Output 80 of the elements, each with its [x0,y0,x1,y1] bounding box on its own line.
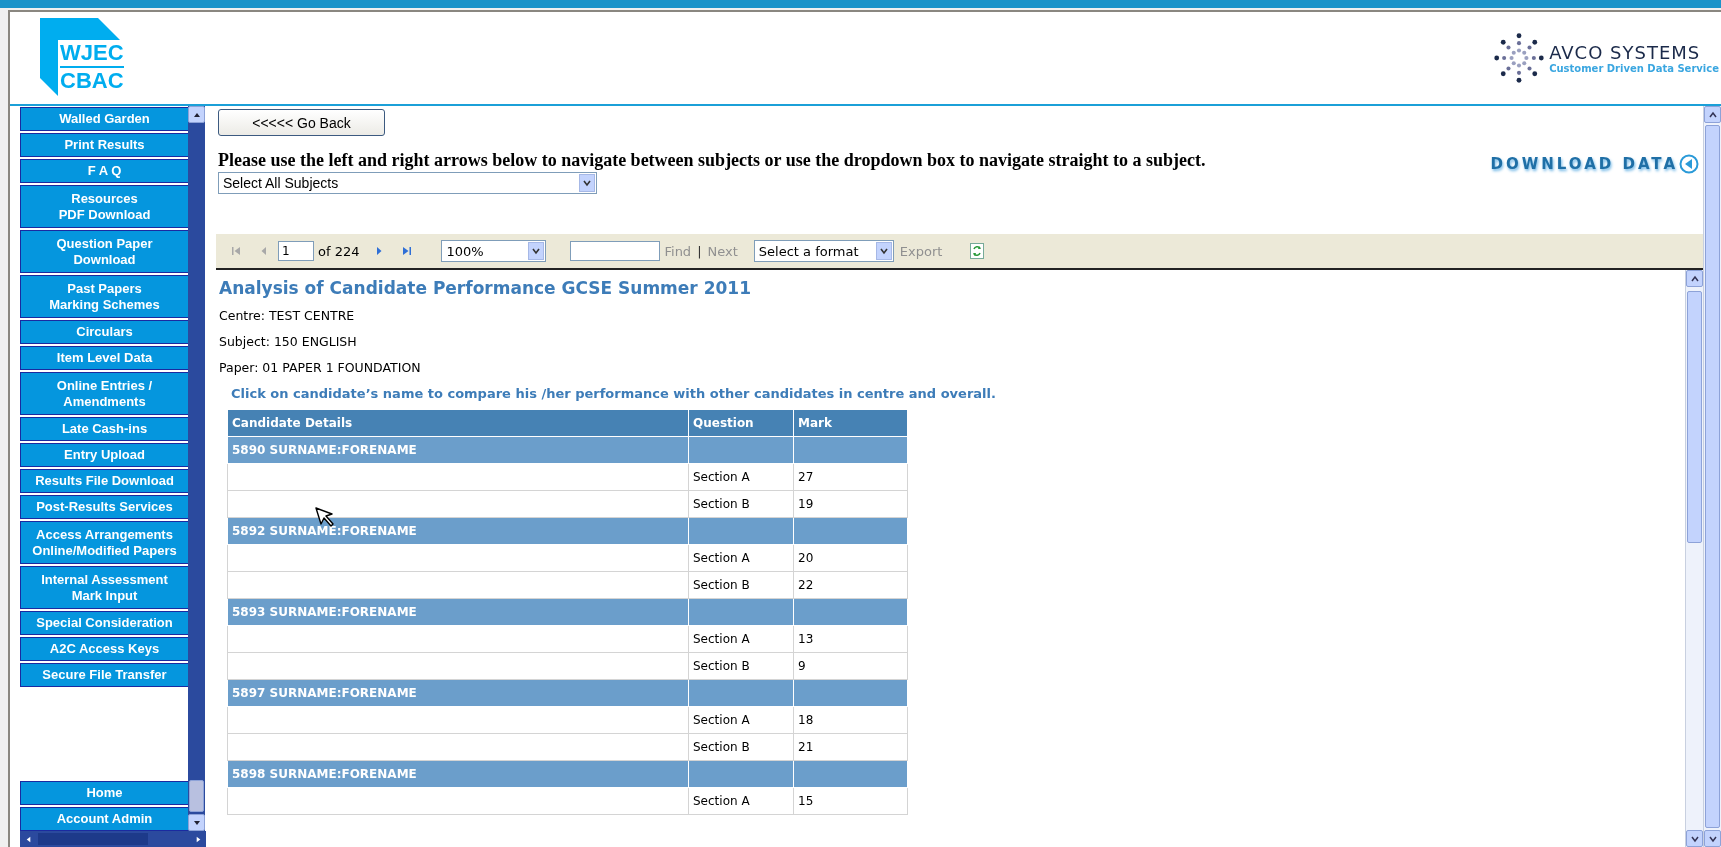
report-detail: Centre: TEST CENTRE [219,308,356,323]
report-title: Analysis of Candidate Performance GCSE Summer 2011 [219,278,752,298]
column-header: Mark [793,409,908,437]
table-cell: Section A [688,463,794,491]
table-cell: 20 [793,544,908,572]
candidate-name[interactable]: 5893 SURNAME:FORENAME [227,598,689,626]
table-cell: Section B [688,733,794,761]
menu-button[interactable]: Secure File Transfer [20,663,188,687]
scroll-up-icon[interactable] [1704,106,1721,123]
menu-button[interactable]: Special Consideration [20,611,188,635]
scroll-down-icon[interactable] [1686,830,1703,847]
scroll-up-icon[interactable] [1686,270,1703,287]
mouse-cursor-icon [314,506,336,528]
column-header: Candidate Details [227,409,689,437]
scroll-down-icon[interactable] [1704,830,1721,847]
table-cell: Section A [688,706,794,734]
menu-button[interactable]: Circulars [20,320,188,344]
menu-button[interactable]: Account Admin [20,807,188,831]
scrollbar[interactable] [1703,106,1721,847]
table-cell: 9 [793,652,908,680]
vendor-tagline: Customer Driven Data Service [1549,63,1719,74]
go-back-button[interactable]: <<<<< Go Back [218,109,385,136]
menu-button[interactable]: Question Paper Download [20,230,188,273]
report-detail: Paper: 01 PAPER 1 FOUNDATION [219,360,422,375]
table-cell: Section A [688,544,794,572]
candidate-name[interactable]: 5898 SURNAME:FORENAME [227,760,689,788]
table-cell: 18 [793,706,908,734]
table-cell: Section A [688,787,794,815]
vendor-name: AVCO SYSTEMS [1549,42,1702,63]
report-detail: Subject: 150 ENGLISH [219,334,358,349]
menu-button[interactable]: Past Papers Marking Schemes [20,275,188,318]
menu-button[interactable]: Post-Results Services [20,495,188,519]
download-data-link[interactable]: DOWNLOAD DATA [1490,155,1678,173]
menu-button[interactable]: Internal Assessment Mark Input [20,566,188,609]
table-cell: 27 [793,463,908,491]
menu-button[interactable]: Walled Garden [20,107,188,131]
table-cell: 19 [793,490,908,518]
find-field[interactable] [570,241,661,261]
export-format-dropdown[interactable]: Select a format [753,240,894,262]
subject-dropdown[interactable]: Select All Subjects [218,172,597,194]
scrollbar[interactable] [188,106,205,831]
page-count: of 224 [318,243,360,259]
menu-button[interactable]: A2C Access Keys [20,637,188,661]
table-cell: 22 [793,571,908,599]
menu-button[interactable]: Results File Download [20,469,188,493]
menu-button[interactable]: Print Results [20,133,188,157]
table-cell: 15 [793,787,908,815]
table-cell: 13 [793,625,908,653]
menu-button[interactable]: Home [20,781,188,805]
refresh-icon[interactable] [970,243,985,259]
scroll-thumb[interactable] [1705,125,1720,828]
table-cell: 21 [793,733,908,761]
table-cell: Section B [688,571,794,599]
menu-button[interactable]: F A Q [20,159,188,183]
candidate-name[interactable]: 5897 SURNAME:FORENAME [227,679,689,707]
scroll-thumb[interactable] [189,780,204,812]
horizontal-scrollbar[interactable] [20,831,206,847]
table-cell: Section B [688,490,794,518]
scroll-thumb[interactable] [1687,291,1702,543]
scroll-down-icon[interactable] [188,814,205,831]
report-note: Click on candidate’s name to compare his /her performance with other candidates in centre and overall. [231,386,997,401]
next-link[interactable]: Next [707,243,738,259]
menu-button[interactable]: Item Level Data [20,346,188,370]
instructions-text: Please use the left and right arrows below to navigate between subjects or use the dropdown box to navigate straight to a subject. [218,150,1206,171]
last-page-icon[interactable] [401,245,414,257]
page-number-field[interactable]: 1 [278,241,314,261]
table-cell: Section B [688,652,794,680]
menu-button[interactable]: Access Arrangements Online/Modified Papers [20,521,188,564]
zoom-dropdown[interactable]: 100% [441,240,547,262]
menu-button[interactable]: Resources PDF Download [20,185,188,228]
column-header: Question [688,409,794,437]
candidate-name[interactable]: 5892 SURNAME:FORENAME [227,517,689,545]
menu-button[interactable]: Late Cash-ins [20,417,188,441]
candidate-name[interactable]: 5890 SURNAME:FORENAME [227,436,689,464]
scrollbar[interactable] [1685,270,1703,847]
separator-text: | [697,243,702,259]
scroll-up-icon[interactable] [188,106,205,123]
menu-button[interactable]: Entry Upload [20,443,188,467]
table-cell: Section A [688,625,794,653]
menu-button[interactable]: Online Entries / Amendments [20,372,188,415]
